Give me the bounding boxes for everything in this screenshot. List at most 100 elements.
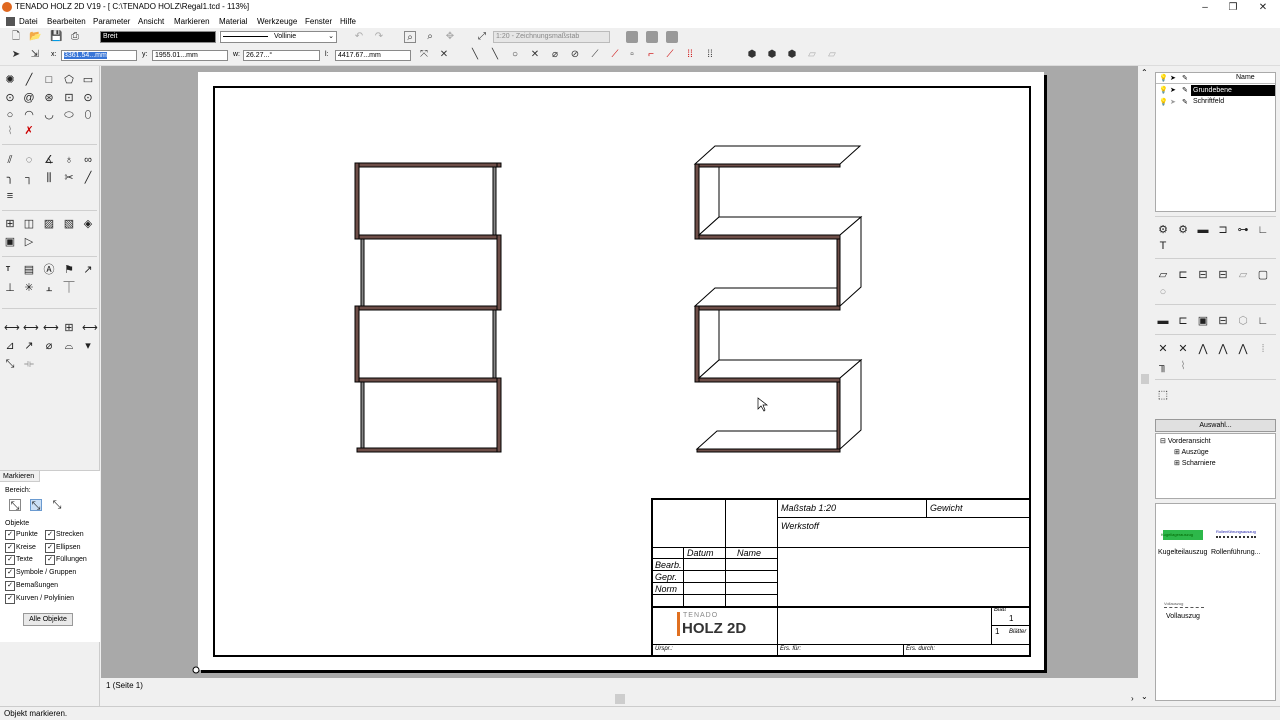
board-round-icon[interactable]: ○ — [1157, 286, 1169, 298]
layer-icon-3[interactable] — [666, 31, 678, 43]
rollenfuehrung-label[interactable]: Rollenführung... — [1211, 549, 1260, 556]
snap-perp-icon[interactable]: ⟋ — [589, 49, 601, 61]
bracket-tool-icon[interactable]: ∟ — [1257, 224, 1269, 236]
dim-parallel-icon[interactable]: ⟷ — [82, 322, 98, 334]
bulb-tool-icon[interactable]: ⊙ — [4, 92, 16, 104]
board-edge-icon[interactable]: ⊏ — [1177, 269, 1189, 281]
snap-center-icon[interactable]: ⊘ — [569, 49, 581, 61]
profile-icon[interactable]: ╖ — [1157, 360, 1169, 372]
tree-root[interactable]: ⊟ Vorderansicht — [1160, 437, 1211, 445]
arc-tool-icon[interactable]: ◠ — [23, 109, 35, 121]
select-frame-icon[interactable]: ⬚ — [1157, 389, 1169, 401]
select-arrow-icon[interactable]: ➤ — [10, 49, 22, 61]
weld-icon[interactable]: ⫠ — [43, 282, 55, 294]
dim-angle-icon[interactable]: ⊿ — [4, 340, 16, 352]
layer-row-schriftfeld[interactable]: 💡 ➤ ✎ Schriftfeld — [1156, 97, 1275, 108]
circle-tool-icon[interactable]: ○ — [4, 109, 16, 121]
checkbox-ellipsen[interactable]: Ellipsen — [45, 543, 81, 553]
point-icon[interactable]: ✺ — [4, 74, 16, 86]
cancel-icon[interactable]: ✕ — [438, 49, 450, 61]
drawing-canvas[interactable]: Maßstab 1:20 Gewicht Werkstoff Datum Nam… — [101, 66, 1138, 678]
document-icon[interactable] — [6, 17, 15, 26]
board-box-icon[interactable]: ⊟ — [1197, 269, 1209, 281]
pen-width-select[interactable]: Breit⌄ — [100, 31, 225, 43]
board-front-icon[interactable]: ▢ — [1257, 269, 1269, 281]
view-3d-icon-2[interactable]: ⬢ — [766, 49, 778, 61]
surface-icon[interactable]: ⏉ — [63, 282, 75, 294]
text-frame-icon[interactable]: Ⓐ — [43, 264, 55, 276]
snap-mid-icon[interactable]: ⟋ — [609, 49, 621, 61]
checkbox-kurven[interactable]: Kurven / Polylinien — [5, 594, 74, 604]
angle-field[interactable]: 26.27...° — [243, 50, 320, 61]
flag-icon[interactable]: ⚑ — [63, 264, 75, 276]
circle-center-icon[interactable]: ⊙ — [82, 92, 94, 104]
print-icon[interactable]: ⎙ — [69, 31, 81, 43]
hatch-area-icon[interactable]: ▨ — [43, 218, 55, 230]
layer-icon-2[interactable] — [646, 31, 658, 43]
paint-icon[interactable]: ◈ — [82, 218, 94, 230]
checkbox-texte[interactable]: Texte — [5, 555, 33, 565]
panel-box-icon[interactable]: ⊟ — [1217, 315, 1229, 327]
fillet-icon[interactable]: ╮ — [4, 172, 16, 184]
connector-tool-icon[interactable]: ⊶ — [1237, 224, 1249, 236]
dim-radius-icon[interactable]: ↗ — [23, 340, 35, 352]
board-3d-icon[interactable]: ▱ — [1237, 269, 1249, 281]
panel-3d-icon[interactable]: ⬡ — [1237, 315, 1249, 327]
circle-3p-icon[interactable]: ⊛ — [43, 92, 55, 104]
grid-red-icon[interactable]: ⁞⁞ — [684, 49, 696, 61]
ref-icon[interactable]: ⊥ — [4, 282, 16, 294]
text-tool-icon[interactable]: T — [2, 264, 14, 276]
snap-line-icon[interactable]: ╲ — [469, 49, 481, 61]
checkbox-symbole[interactable]: Symbole / Gruppen — [5, 568, 76, 578]
alle-objekte-button[interactable]: Alle Objekte — [23, 613, 73, 626]
mirror-icon[interactable]: ◫ — [23, 218, 35, 230]
dim-arc-icon[interactable]: ⌓ — [63, 340, 75, 352]
zoom-icon[interactable]: ⌕ — [424, 31, 436, 43]
menu-bearbeiten[interactable]: Bearbeiten — [47, 17, 86, 26]
new-file-icon[interactable]: 🗋 — [10, 31, 22, 43]
x-coordinate-field[interactable]: 3361.54...mm — [61, 50, 137, 61]
scale-icon[interactable]: ⤢ — [476, 31, 488, 43]
arc2-tool-icon[interactable]: ◡ — [43, 109, 55, 121]
restore-button[interactable]: ❐ — [1218, 0, 1248, 15]
multiline-icon[interactable]: ⫼ — [43, 172, 55, 184]
vollauszug-label[interactable]: Vollauszug — [1166, 613, 1200, 620]
cut-tool-icon[interactable]: ✕ — [1157, 343, 1169, 355]
handle-tool-icon[interactable]: ⊐ — [1217, 224, 1229, 236]
undo-icon[interactable]: ↶ — [353, 31, 365, 43]
rectangle-tool-icon[interactable]: □ — [43, 74, 55, 86]
cut2-tool-icon[interactable]: ✕ — [1177, 343, 1189, 355]
view-3d-icon-3[interactable]: ⬢ — [786, 49, 798, 61]
menu-ansicht[interactable]: Ansicht — [138, 17, 164, 26]
menu-parameter[interactable]: Parameter — [93, 17, 130, 26]
view-3d-icon-1[interactable]: ⬢ — [746, 49, 758, 61]
profile2-icon[interactable]: ⌇ — [1177, 360, 1189, 372]
snap-circle-icon[interactable]: ○ — [509, 49, 521, 61]
horizontal-scrollbar[interactable]: › — [101, 692, 1138, 706]
miter2-icon[interactable]: ⋀ — [1217, 343, 1229, 355]
text-block-icon[interactable]: ▤ — [23, 264, 35, 276]
layer-icon-1[interactable] — [626, 31, 638, 43]
length-field[interactable]: 4417.67...mm — [335, 50, 411, 61]
parallel-icon[interactable]: ⫽ — [4, 154, 16, 166]
redo-icon[interactable]: ↷ — [373, 31, 385, 43]
asterisk-icon[interactable]: ✳ — [23, 282, 35, 294]
zoom-window-icon[interactable]: ⌕ — [404, 31, 416, 43]
frame-tool-icon[interactable]: ⊡ — [63, 92, 75, 104]
scroll-down-icon[interactable]: ⌄ — [1141, 692, 1148, 701]
horizontal-scroll-thumb[interactable] — [615, 694, 625, 704]
tree-node-scharniere[interactable]: ⊞ Scharniere — [1174, 459, 1216, 467]
menu-material[interactable]: Material — [219, 17, 247, 26]
pan-icon[interactable]: ✥ — [444, 31, 456, 43]
view-3d-icon-5[interactable]: ▱ — [826, 49, 838, 61]
snap-line2-icon[interactable]: ╲ — [489, 49, 501, 61]
ellipse-frame-icon[interactable]: ⬯ — [82, 109, 94, 121]
panel-side-icon[interactable]: ⊏ — [1177, 315, 1189, 327]
dim-linear-icon[interactable]: ⟷ — [4, 322, 20, 334]
scroll-right-icon[interactable]: › — [1131, 694, 1134, 703]
select-poly-icon[interactable]: ⤡ — [51, 499, 63, 511]
layer-row-grundebene[interactable]: 💡 ➤ ✎ Grundebene — [1156, 85, 1275, 96]
snap-intersect-icon[interactable]: ✕ — [529, 49, 541, 61]
tree-node-auszuege[interactable]: ⊞ Auszüge — [1174, 448, 1209, 456]
miter4-icon[interactable]: ⁞ — [1257, 343, 1269, 355]
